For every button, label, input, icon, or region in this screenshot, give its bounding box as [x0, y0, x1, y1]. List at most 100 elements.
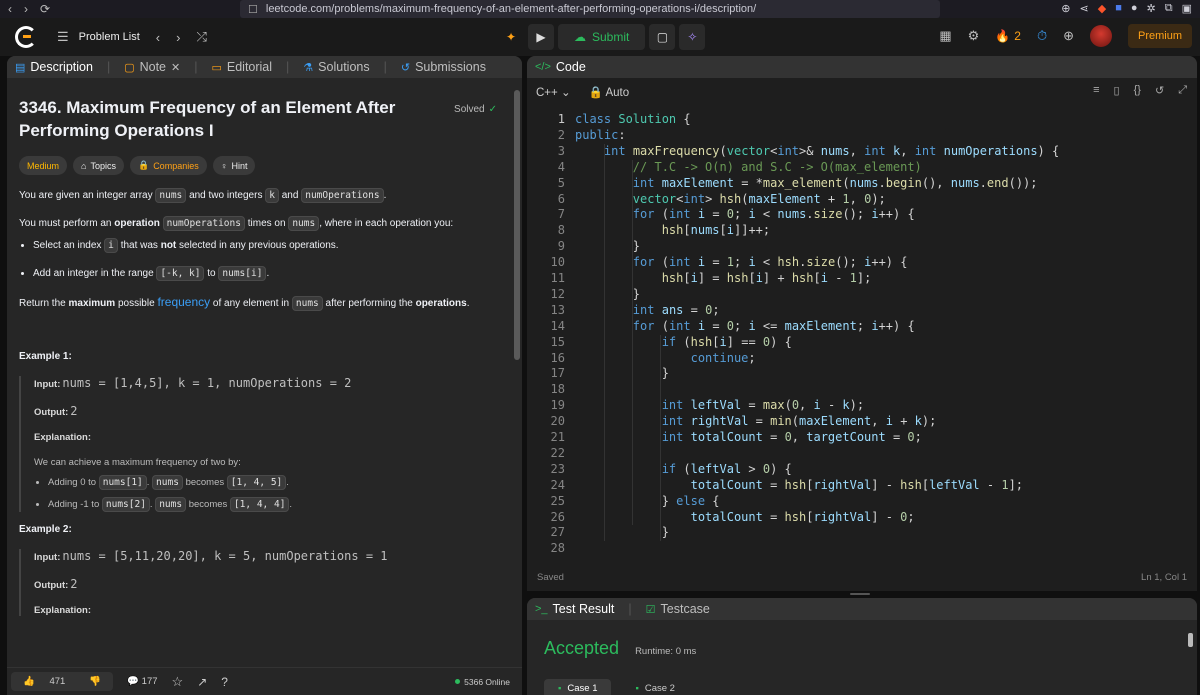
timer-icon[interactable]: ⏱: [1037, 28, 1047, 44]
companies-chip[interactable]: 🔒 Companies: [129, 156, 207, 175]
problem-list-link[interactable]: Problem List: [79, 31, 140, 43]
code-line[interactable]: for (int i = 0; i < nums.size(); i++) {: [575, 207, 915, 221]
share-icon[interactable]: ↗: [197, 675, 207, 689]
extension-icon[interactable]: ●: [1131, 2, 1138, 15]
streak-counter[interactable]: 🔥 2: [995, 29, 1021, 43]
case-2-button[interactable]: ▪ Case 2: [621, 679, 688, 695]
result-status: Accepted Runtime: 0 ms: [544, 638, 1197, 659]
tab-editorial[interactable]: ▭ Editorial: [211, 60, 272, 74]
code-line[interactable]: int leftVal = max(0, i - k);: [575, 398, 864, 412]
code-line[interactable]: }: [575, 239, 640, 253]
bookmark-icon[interactable]: ▯: [1114, 84, 1120, 97]
layout-icon[interactable]: ▦: [939, 28, 951, 44]
extension-icon[interactable]: ✲: [1147, 2, 1156, 15]
code-line[interactable]: vector<int> hsh(maxElement + 1, 0);: [575, 192, 886, 206]
list-icon[interactable]: ☰: [57, 29, 69, 45]
case-1-button[interactable]: ▪ Case 1: [544, 679, 612, 695]
reload-icon[interactable]: ⟳: [40, 2, 50, 16]
submit-button[interactable]: ☁ Submit: [558, 24, 646, 50]
cloud-upload-icon: ☁: [574, 30, 586, 44]
code-line[interactable]: int maxFrequency(vector<int>& nums, int …: [575, 144, 1059, 158]
tab-test-result[interactable]: >_ Test Result: [535, 602, 614, 616]
premium-button[interactable]: Premium: [1127, 24, 1192, 48]
ai-assistant-button[interactable]: ✧: [679, 24, 706, 50]
run-button[interactable]: ▶: [528, 24, 554, 50]
tab-testcase[interactable]: ☑ Testcase: [646, 602, 710, 616]
format-icon[interactable]: ≡: [1093, 84, 1099, 97]
code-line[interactable]: for (int i = 1; i < hsh.size(); i++) {: [575, 255, 908, 269]
share-icon[interactable]: ⋖: [1080, 2, 1089, 15]
auto-mode[interactable]: 🔒 Auto: [589, 85, 630, 99]
inline-code: numOperations: [301, 188, 384, 203]
back-icon[interactable]: ‹: [8, 2, 12, 16]
code-line[interactable]: int maxElement = *max_element(nums.begin…: [575, 176, 1038, 190]
code-line[interactable]: for (int i = 0; i <= maxElement; i++) {: [575, 319, 915, 333]
code-line[interactable]: public:: [575, 128, 626, 142]
like-button[interactable]: 👍 471: [11, 672, 77, 691]
topics-chip[interactable]: ⌂ Topics: [73, 156, 124, 175]
tab-note[interactable]: ▢ Note ✕: [124, 60, 180, 74]
tab-submissions[interactable]: ↺ Submissions: [401, 60, 486, 74]
debug-button[interactable]: ✦: [498, 24, 524, 50]
code-line[interactable]: int totalCount = 0, targetCount = 0;: [575, 430, 922, 444]
tab-solutions[interactable]: ⚗ Solutions: [303, 60, 369, 74]
prev-problem-icon[interactable]: ‹: [156, 30, 160, 45]
add-user-icon[interactable]: ⊕: [1063, 28, 1074, 44]
line-number: 10: [550, 255, 565, 270]
text: Add an integer in the range: [33, 268, 154, 279]
sidebar-icon[interactable]: ▣: [1182, 2, 1192, 15]
dislike-button[interactable]: 👎: [77, 672, 113, 691]
code-line[interactable]: int rightVal = min(maxElement, i + k);: [575, 414, 937, 428]
text: to: [207, 268, 216, 279]
code-area[interactable]: 1 class Solution {2 public: 3 int maxFreque…: [527, 112, 1197, 562]
braces-icon[interactable]: {}: [1134, 84, 1141, 97]
resize-handle[interactable]: [850, 593, 870, 595]
code-line[interactable]: }: [575, 287, 640, 301]
fullscreen-icon[interactable]: ⤢: [1178, 84, 1187, 97]
code-line[interactable]: }: [575, 366, 669, 380]
list-item: Adding -1 to nums[2]. nums becomes [1, 4…: [48, 497, 504, 512]
shuffle-icon[interactable]: ⤮: [196, 29, 206, 45]
code-line[interactable]: if (hsh[i] == 0) {: [575, 335, 792, 349]
thumbs-down-icon: 👎: [89, 676, 102, 687]
tab-description[interactable]: ▤ Description: [15, 60, 93, 74]
example-explanation: We can achieve a maximum frequency of tw…: [34, 457, 241, 468]
hint-chip[interactable]: ♀ Hint: [212, 156, 256, 175]
line-number: 14: [550, 318, 565, 333]
comments-button[interactable]: 💬 177: [127, 676, 157, 687]
code-line[interactable]: continue;: [575, 351, 756, 365]
zoom-icon[interactable]: ⊕: [1061, 2, 1070, 15]
language-select[interactable]: C++ ⌄: [536, 85, 571, 99]
result-scrollbar[interactable]: [1188, 633, 1193, 647]
avatar[interactable]: [1089, 25, 1112, 47]
text: after performing the: [325, 298, 413, 309]
code-line[interactable]: } else {: [575, 494, 720, 508]
settings-icon[interactable]: ⚙: [968, 28, 980, 44]
extension-icon[interactable]: ■: [1115, 2, 1122, 15]
code-line[interactable]: int ans = 0;: [575, 303, 720, 317]
address-bar[interactable]: ☐ leetcode.com/problems/maximum-frequenc…: [240, 0, 940, 18]
url-text[interactable]: leetcode.com/problems/maximum-frequency-…: [266, 3, 756, 15]
leetcode-logo[interactable]: [15, 26, 37, 48]
close-icon[interactable]: ✕: [171, 61, 180, 74]
code-line[interactable]: }: [575, 525, 669, 539]
frequency-link[interactable]: frequency: [157, 295, 210, 309]
code-line[interactable]: hsh[i] = hsh[i] + hsh[i - 1];: [575, 271, 872, 285]
code-line[interactable]: class Solution {: [575, 112, 691, 126]
help-icon[interactable]: ?: [221, 675, 228, 689]
tab-code[interactable]: </> Code: [535, 60, 586, 74]
notes-button[interactable]: ▢: [649, 24, 676, 50]
bookmark-icon[interactable]: ☐: [248, 3, 258, 16]
star-icon[interactable]: ☆: [172, 674, 184, 690]
next-problem-icon[interactable]: ›: [176, 30, 180, 45]
note-icon: ▢: [124, 61, 135, 74]
code-line[interactable]: totalCount = hsh[rightVal] - hsh[leftVal…: [575, 478, 1023, 492]
forward-icon[interactable]: ›: [24, 2, 28, 16]
code-line[interactable]: totalCount = hsh[rightVal] - 0;: [575, 510, 915, 524]
code-line[interactable]: if (leftVal > 0) {: [575, 462, 792, 476]
reset-icon[interactable]: ↺: [1155, 84, 1164, 97]
brave-shield-icon[interactable]: ◆: [1098, 2, 1106, 15]
code-line[interactable]: // T.C -> O(n) and S.C -> O(max_element): [575, 160, 922, 174]
description-scrollbar[interactable]: [514, 90, 520, 360]
puzzle-icon[interactable]: ⧉: [1165, 2, 1173, 15]
